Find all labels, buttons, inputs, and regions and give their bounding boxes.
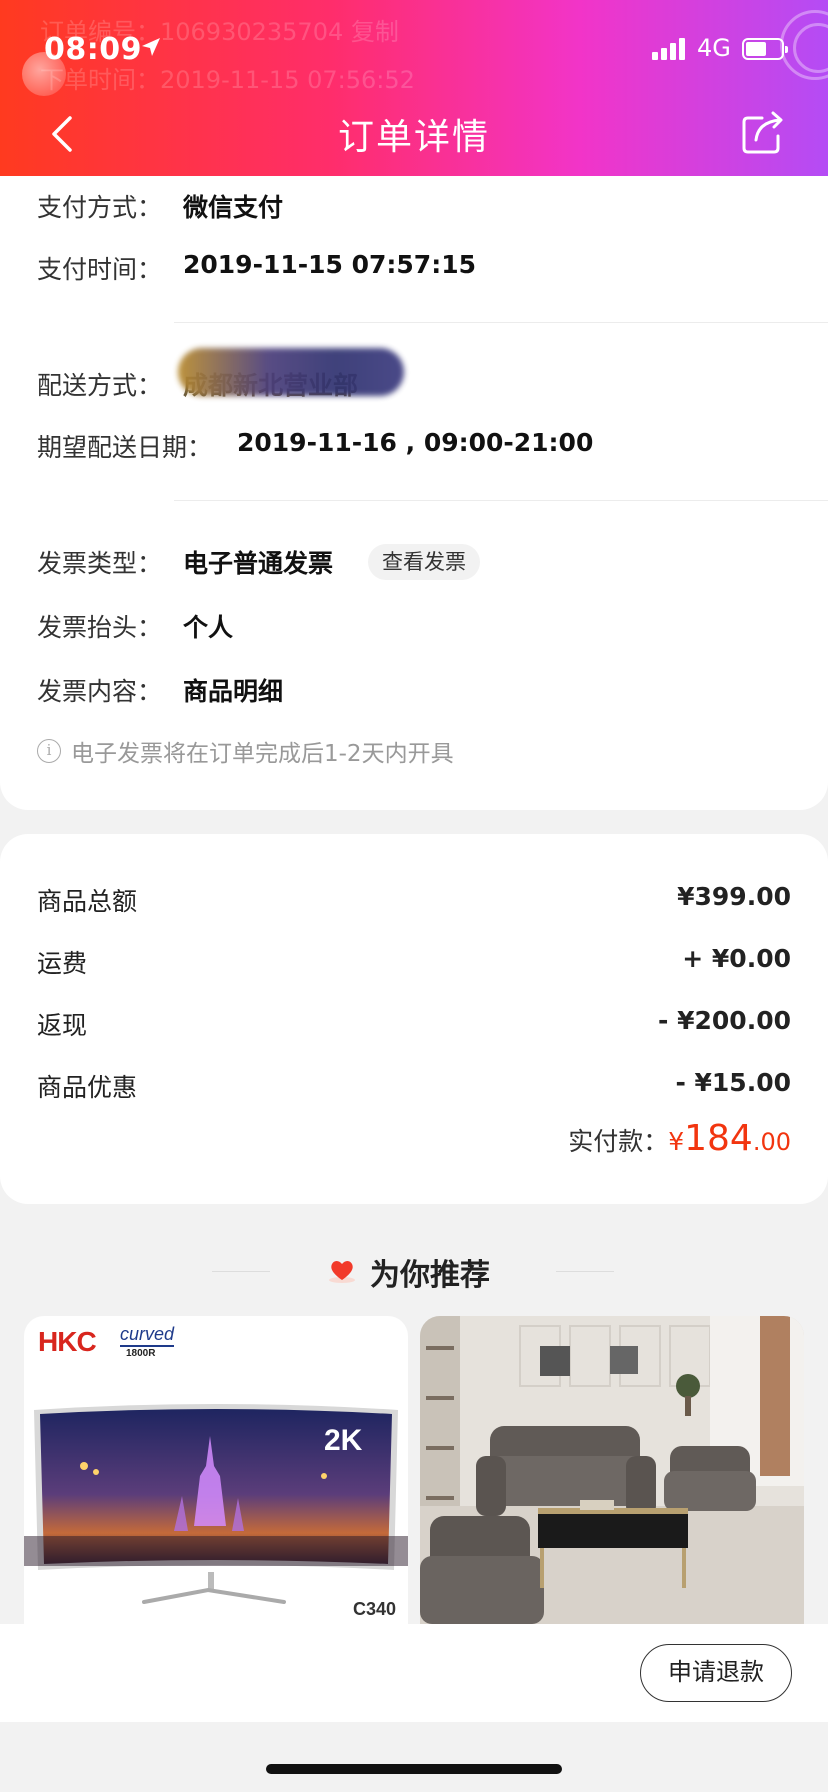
product-card-monitor[interactable]: HKC curved 1800R 2K C340 [24,1316,408,1624]
paid-amount: 实付款：¥184.00 [568,1118,791,1159]
price-row-label: 返现 [37,1011,88,1040]
model-label: C340 [352,1599,396,1619]
pay-time-value: 2019-11-15 07:57:15 [183,250,476,279]
share-icon[interactable] [740,108,788,156]
price-row-value: - ¥15.00 [675,1068,791,1097]
recommend-title: 为你推荐 [370,1258,490,1293]
expected-date-value: 2019-11-16 , 09:00-21:00 [237,428,594,457]
sofa-image [420,1316,804,1624]
invoice-title-value: 个人 [183,613,234,642]
product-card-sofa[interactable] [420,1316,804,1624]
curved-badge: curved [120,1324,175,1347]
monitor-image [24,1404,408,1604]
invoice-note-text: 电子发票将在订单完成后1-2天内开具 [71,741,454,767]
divider [174,500,828,501]
order-info-card: 支付方式： 微信支付 支付时间： 2019-11-15 07:57:15 配送方… [0,176,828,810]
invoice-content-value: 商品明细 [183,677,284,706]
recommend-header: 为你推荐 [0,1246,828,1296]
paid-integer: 184 [684,1118,753,1159]
invoice-note: i 电子发票将在订单完成后1-2天内开具 [37,734,454,768]
info-icon: i [37,739,61,763]
price-row-value: + ¥0.00 [682,944,791,973]
view-invoice-button[interactable]: 查看发票 [368,544,480,580]
invoice-type-label: 发票类型： [37,549,163,578]
pay-method-label: 支付方式： [37,193,163,222]
curvature-label: 1800R [126,1348,156,1359]
header: 订单编号：106930235704 复制 下单时间：2019-11-15 07:… [0,0,828,176]
heart-icon [329,1261,355,1283]
price-row-label: 商品优惠 [37,1073,138,1102]
price-row-value: - ¥200.00 [658,1006,791,1035]
price-row-label: 商品总额 [37,887,138,916]
battery-icon [742,38,788,60]
resolution-label: 2K [324,1424,363,1457]
price-card: 商品总额 ¥399.00 运费 + ¥0.00 返现 - ¥200.00 商品优… [0,834,828,1204]
invoice-content-label: 发票内容： [37,677,163,706]
price-row-label: 运费 [37,949,88,978]
pay-time-label: 支付时间： [37,255,163,284]
divider [212,1271,270,1272]
divider [174,322,828,323]
page-title: 订单详情 [337,117,490,158]
pay-method-value: 微信支付 [183,193,284,222]
price-row-value: ¥399.00 [677,882,791,911]
paid-currency: ¥ [668,1127,685,1156]
paid-decimal: .00 [752,1128,791,1156]
redaction-scribble [178,348,404,396]
bottom-bar: 申请退款 [0,1624,828,1722]
brand-logo: HKC [38,1326,97,1357]
delivery-label: 配送方式： [37,371,163,400]
home-indicator[interactable] [266,1764,562,1774]
status-time: 08:09 [44,32,142,67]
expected-date-label: 期望配送日期： [37,433,213,462]
location-arrow-icon [142,38,160,56]
status-bar: 08:09 4G [0,30,828,70]
invoice-type-value: 电子普通发票 [183,549,334,578]
divider [556,1271,614,1272]
paid-label: 实付款： [568,1127,669,1156]
network-type: 4G [697,34,731,62]
refund-button[interactable]: 申请退款 [640,1644,792,1702]
invoice-title-label: 发票抬头： [37,613,163,642]
navbar: 订单详情 [0,100,828,166]
signal-icon [652,38,685,60]
